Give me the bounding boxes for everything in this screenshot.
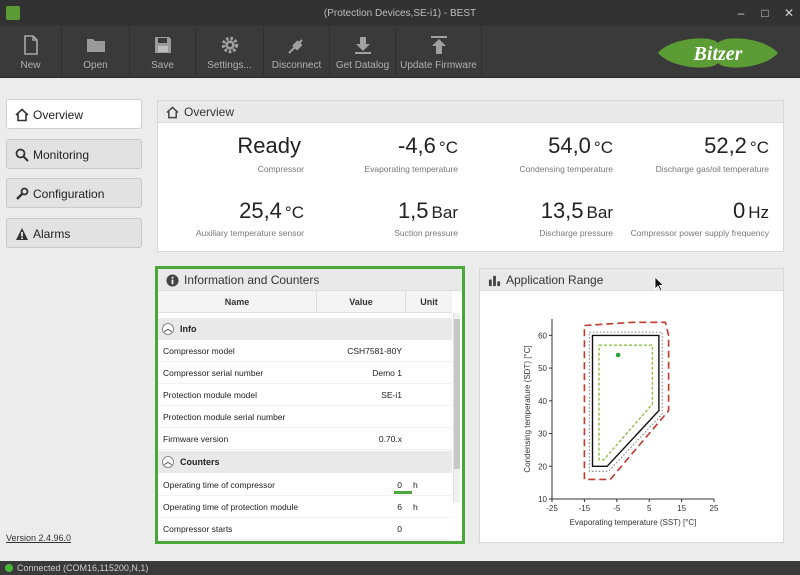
group-counters[interactable]: ︿ Counters <box>158 451 452 473</box>
home-icon <box>15 108 29 122</box>
application-range-chart: -25 -15 -5 5 15 25 10 20 30 40 50 60 Evaporating tem… <box>523 319 719 527</box>
scroll-thumb[interactable] <box>454 319 460 469</box>
x-tick-label: -25 <box>546 504 558 513</box>
update-firmware-button[interactable]: Update Firmware <box>396 26 482 78</box>
overview-value: 52,2 °C <box>704 133 769 158</box>
floppy-disk-icon <box>154 37 171 53</box>
close-button[interactable]: ✕ <box>776 4 800 22</box>
bitzer-logo: Bitzer <box>658 38 778 68</box>
upload-icon <box>430 36 447 54</box>
folder-icon <box>86 39 105 52</box>
collapse-icon[interactable]: ︿ <box>162 323 174 335</box>
y-axis-label: Condensing temperature (SDT) [°C] <box>523 345 532 472</box>
info-counters-panel: Information and Counters Name Value Unit… <box>155 266 465 544</box>
application-range-panel: Application Range -25 -15 -5 5 15 25 10 20 30 40 5… <box>479 268 784 543</box>
table-row[interactable]: Compressor model CSH7581-80Y <box>158 340 452 362</box>
nav-configuration[interactable]: Configuration <box>6 178 142 208</box>
nav-monitoring[interactable]: Monitoring <box>6 139 142 169</box>
group-info[interactable]: ︿ Info <box>158 318 452 340</box>
y-tick-label: 50 <box>538 364 547 373</box>
envelope-dotted <box>588 331 663 472</box>
new-button[interactable]: New <box>0 26 62 78</box>
search-icon <box>15 148 29 162</box>
column-name[interactable]: Name <box>158 297 316 307</box>
overview-label: Compressor <box>257 164 304 174</box>
table-row[interactable]: Firmware version 0.70.x <box>158 428 452 450</box>
y-tick-label: 40 <box>538 397 547 406</box>
overview-value: 54,0 °C <box>548 133 613 158</box>
table-header: Name Value Unit <box>158 291 452 313</box>
disconnect-button[interactable]: Disconnect <box>264 26 330 78</box>
y-tick-label: 30 <box>538 430 547 439</box>
svg-text:Bitzer: Bitzer <box>693 43 743 65</box>
y-tick-label: 20 <box>538 462 547 471</box>
info-icon <box>166 274 179 287</box>
application-range-header: Application Range <box>480 269 783 291</box>
x-tick-label: 25 <box>710 504 719 513</box>
table-row[interactable]: Compressor serial number Demo 1 <box>158 362 452 384</box>
maximize-button[interactable]: □ <box>752 4 778 22</box>
overview-header: Overview <box>158 101 783 123</box>
table-row[interactable]: Operating time of protection module 6 h <box>158 496 452 518</box>
plug-icon <box>287 39 303 54</box>
overview-label: Auxiliary temperature sensor <box>195 228 304 238</box>
collapse-icon[interactable]: ︿ <box>162 456 174 468</box>
download-icon <box>354 37 371 54</box>
table-row[interactable]: Compressor starts 0 <box>158 518 452 540</box>
overview-value: 1,5 Bar <box>397 198 458 223</box>
nav-alarms[interactable]: Alarms <box>6 218 142 248</box>
overview-label: Compressor power supply frequency <box>630 228 769 238</box>
y-tick-label: 60 <box>538 331 547 340</box>
overview-value: 13,5 Bar <box>540 198 613 223</box>
connection-status-icon <box>5 564 13 572</box>
table-row[interactable]: Protection module serial number <box>158 406 452 428</box>
overview-panel: Overview Ready Compressor -4,6 °C Evapora… <box>157 100 784 252</box>
get-datalog-button[interactable]: Get Datalog <box>330 26 396 78</box>
status-bar: Connected (COM16,115200,N,1) <box>0 561 800 575</box>
bar-chart-icon <box>488 275 501 287</box>
overview-label: Discharge pressure <box>539 228 613 238</box>
nav-overview[interactable]: Overview <box>6 99 142 129</box>
overview-value: 25,4 °C <box>239 198 304 223</box>
y-tick-label: 10 <box>538 495 547 504</box>
open-button[interactable]: Open <box>62 26 130 78</box>
x-tick-label: 15 <box>677 504 686 513</box>
x-tick-label: -5 <box>613 504 621 513</box>
column-unit[interactable]: Unit <box>406 297 452 307</box>
overview-value: Ready <box>237 133 301 158</box>
overview-label: Evaporating temperature <box>364 164 458 174</box>
gear-icon <box>221 36 238 54</box>
connection-status-text: Connected (COM16,115200,N,1) <box>17 563 149 573</box>
new-file-icon <box>23 35 38 55</box>
overview-label: Suction pressure <box>394 228 458 238</box>
table-scrollbar[interactable] <box>453 313 460 503</box>
settings-button[interactable]: Settings... <box>196 26 264 78</box>
overview-label: Discharge gas/oil temperature <box>655 164 769 174</box>
mouse-cursor-icon <box>654 276 664 292</box>
overview-label: Condensing temperature <box>519 164 613 174</box>
x-axis-label: Evaporating temperature (SST) [°C] <box>570 518 697 527</box>
info-header: Information and Counters <box>158 269 462 291</box>
warning-icon <box>16 228 28 240</box>
overview-value: -4,6 °C <box>398 133 458 158</box>
envelope-solid <box>591 334 660 468</box>
title-bar: (Protection Devices,SE-i1) - BEST – □ ✕ <box>0 0 800 26</box>
table-row[interactable]: Protection module model SE-i1 <box>158 384 452 406</box>
version-link[interactable]: Version 2.4.96.0 <box>6 533 71 543</box>
table-row[interactable]: Operating time of compressor 0 h <box>158 474 452 496</box>
home-icon <box>166 106 179 119</box>
operating-point <box>615 352 621 358</box>
highlight-underline <box>394 491 412 494</box>
x-tick-label: -15 <box>579 504 591 513</box>
envelope-green <box>598 344 654 461</box>
minimize-button[interactable]: – <box>728 4 754 22</box>
window-title: (Protection Devices,SE-i1) - BEST <box>323 8 477 19</box>
save-button[interactable]: Save <box>130 26 196 78</box>
x-tick-label: 5 <box>647 504 652 513</box>
column-value[interactable]: Value <box>317 297 405 307</box>
overview-value: 0 Hz <box>732 198 769 223</box>
wrench-icon <box>16 187 29 200</box>
